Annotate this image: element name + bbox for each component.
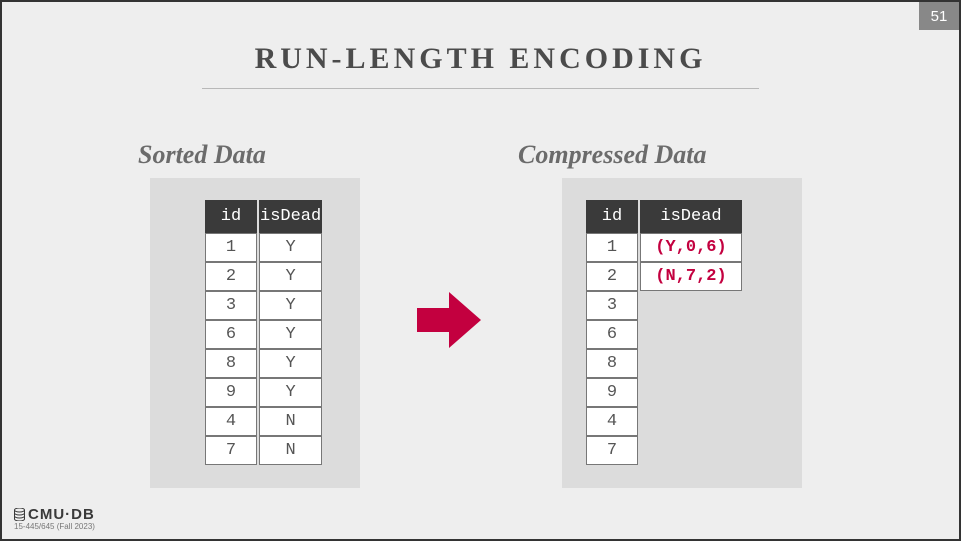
footer: CMU·DB 15-445/645 (Fall 2023) <box>14 506 95 531</box>
table-row: Y <box>259 291 322 320</box>
slide: 51 RUN-LENGTH ENCODING Sorted Data Compr… <box>0 0 961 541</box>
table-row: 2 <box>586 262 638 291</box>
database-icon <box>14 508 25 521</box>
table-row: 3 <box>586 291 638 320</box>
footer-logo: CMU·DB <box>14 506 95 523</box>
table-row: Y <box>259 233 322 262</box>
table-row: (N,7,2) <box>640 262 742 291</box>
compressed-id-column: id 1 2 3 6 8 9 4 7 <box>586 200 638 465</box>
rle-tuple: (N,7,2) <box>640 262 742 291</box>
table-row: 9 <box>205 378 257 407</box>
footer-subtext: 15-445/645 (Fall 2023) <box>14 522 95 531</box>
table-row: Y <box>259 378 322 407</box>
table-row: 8 <box>205 349 257 378</box>
left-section-label: Sorted Data <box>138 140 266 170</box>
table-row: (Y,0,6) <box>640 233 742 262</box>
table-row: 9 <box>586 378 638 407</box>
title-underline <box>202 88 759 89</box>
footer-logo-text: CMU·DB <box>28 506 95 523</box>
table-row: 6 <box>586 320 638 349</box>
table-row: Y <box>259 349 322 378</box>
table-row: N <box>259 407 322 436</box>
table-row: 4 <box>586 407 638 436</box>
page-number-badge: 51 <box>919 2 959 30</box>
table-row: 1 <box>586 233 638 262</box>
compressed-isdead-column: isDead (Y,0,6) (N,7,2) <box>640 200 742 291</box>
right-section-label: Compressed Data <box>518 140 707 170</box>
slide-title: RUN-LENGTH ENCODING <box>2 42 959 76</box>
col-header-id: id <box>205 200 257 233</box>
table-row: 7 <box>205 436 257 465</box>
col-header-isdead: isDead <box>259 200 322 233</box>
rle-tuple: (Y,0,6) <box>640 233 742 262</box>
table-row: 3 <box>205 291 257 320</box>
table-row: 6 <box>205 320 257 349</box>
table-row: N <box>259 436 322 465</box>
col-header-isdead: isDead <box>640 200 742 233</box>
arrow-icon <box>417 292 481 348</box>
table-row: 1 <box>205 233 257 262</box>
table-row: 4 <box>205 407 257 436</box>
table-row: Y <box>259 262 322 291</box>
sorted-isdead-column: isDead Y Y Y Y Y Y N N <box>259 200 322 465</box>
table-row: 7 <box>586 436 638 465</box>
table-row: 2 <box>205 262 257 291</box>
sorted-panel: id 1 2 3 6 8 9 4 7 isDead Y Y Y Y Y Y N … <box>150 178 360 488</box>
table-row: 8 <box>586 349 638 378</box>
compressed-panel: id 1 2 3 6 8 9 4 7 isDead (Y,0,6) (N,7,2… <box>562 178 802 488</box>
col-header-id: id <box>586 200 638 233</box>
table-row: Y <box>259 320 322 349</box>
sorted-id-column: id 1 2 3 6 8 9 4 7 <box>205 200 257 465</box>
